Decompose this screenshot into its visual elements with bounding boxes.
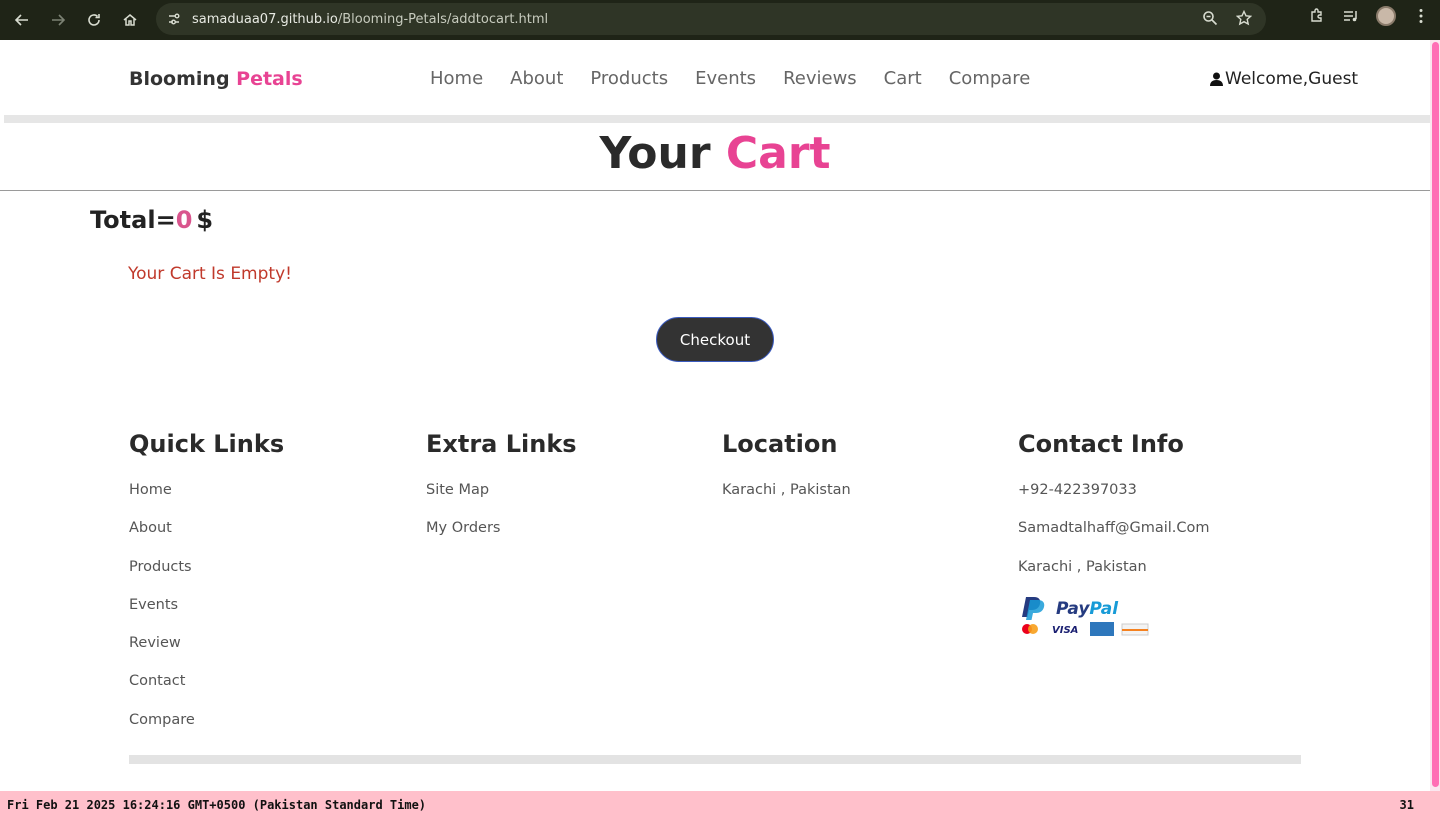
extra-links-heading: Extra Links [426, 430, 577, 458]
title-main: Your [599, 128, 726, 179]
quick-links-heading: Quick Links [129, 430, 285, 458]
total-currency: $ [196, 206, 214, 234]
footer-extra-links: Extra Links Site Map My Orders [426, 430, 577, 557]
main-nav: Home About Products Events Reviews Cart … [430, 68, 1030, 89]
title-accent: Cart [725, 128, 831, 179]
header-divider [4, 115, 1430, 123]
location-heading: Location [722, 430, 838, 458]
nav-home[interactable]: Home [430, 68, 483, 89]
site-logo[interactable]: Blooming Petals [129, 68, 303, 90]
arrow-right-icon [52, 14, 66, 26]
nav-compare[interactable]: Compare [949, 68, 1031, 89]
page-scrollbar[interactable] [1430, 40, 1440, 791]
footer-contact-info: Contact Info +92-422397033 Samadtalhaff@… [1018, 430, 1210, 643]
svg-text:VISA: VISA [1052, 625, 1078, 636]
nav-products[interactable]: Products [590, 68, 668, 89]
paypal-wordmark: PayPal [1056, 599, 1119, 619]
logo-text: Blooming [129, 68, 237, 90]
total-value: 0 [175, 206, 193, 234]
footer-phone[interactable]: +92-422397033 [1018, 480, 1210, 518]
address-bar[interactable]: samaduaa07.github.io/Blooming-Petals/add… [156, 3, 1266, 35]
browser-toolbar: samaduaa07.github.io/Blooming-Petals/add… [0, 0, 1440, 40]
footer-link-review[interactable]: Review [129, 633, 284, 671]
site-settings-icon[interactable] [166, 11, 182, 27]
paypal-logo: PayPal VISA [1022, 596, 1149, 636]
footer-location-text[interactable]: Karachi , Pakistan [722, 480, 851, 518]
site-header: Blooming Petals Home About Products Even… [0, 40, 1430, 116]
footer-link-home[interactable]: Home [129, 480, 284, 518]
contact-info-heading: Contact Info [1018, 430, 1184, 458]
extensions-icon[interactable] [1308, 7, 1326, 25]
welcome-text: Welcome,Guest [1225, 69, 1359, 89]
footer-divider [129, 755, 1301, 764]
scrollbar-thumb[interactable] [1432, 42, 1439, 787]
user-welcome[interactable]: Welcome,Guest [1210, 69, 1358, 89]
profile-avatar[interactable] [1376, 6, 1396, 26]
status-datetime: Fri Feb 21 2025 16:24:16 GMT+0500 (Pakis… [7, 798, 427, 812]
nav-events[interactable]: Events [695, 68, 756, 89]
footer-email[interactable]: Samadtalhaff@Gmail.Com [1018, 518, 1210, 556]
footer-link-products[interactable]: Products [129, 557, 284, 595]
empty-cart-message: Your Cart Is Empty! [128, 264, 292, 284]
forward-button[interactable] [40, 2, 76, 38]
nav-cart[interactable]: Cart [884, 68, 922, 89]
media-controls-icon[interactable] [1342, 7, 1360, 25]
footer-link-my-orders[interactable]: My Orders [426, 518, 577, 556]
back-button[interactable] [4, 2, 40, 38]
bookmark-star-icon[interactable] [1236, 10, 1252, 26]
page-viewport: Blooming Petals Home About Products Even… [0, 40, 1430, 791]
nav-about[interactable]: About [510, 68, 563, 89]
user-icon [1210, 72, 1223, 86]
reload-button[interactable] [76, 2, 112, 38]
cart-total: Total=0 $ [90, 206, 213, 234]
total-label: Total= [90, 206, 176, 234]
home-button[interactable] [112, 2, 148, 38]
arrow-left-icon [14, 14, 28, 26]
footer-link-contact[interactable]: Contact [129, 671, 284, 709]
footer-link-about[interactable]: About [129, 518, 284, 556]
nav-reviews[interactable]: Reviews [783, 68, 857, 89]
menu-kebab-icon[interactable] [1412, 7, 1430, 25]
reload-icon [88, 14, 100, 26]
status-bar: Fri Feb 21 2025 16:24:16 GMT+0500 (Pakis… [0, 791, 1440, 818]
url-text: samaduaa07.github.io/Blooming-Petals/add… [192, 12, 548, 27]
home-icon [123, 14, 137, 26]
status-day: 31 [1399, 798, 1414, 812]
footer-quick-links: Quick Links Home About Products Events R… [129, 430, 284, 748]
zoom-icon[interactable] [1202, 10, 1218, 26]
url-host: samaduaa07.github.io [192, 11, 338, 27]
footer-location: Location Karachi , Pakistan [722, 430, 851, 518]
url-path: /Blooming-Petals/addtocart.html [337, 11, 549, 27]
footer-link-events[interactable]: Events [129, 595, 284, 633]
footer-link-compare[interactable]: Compare [129, 710, 284, 748]
footer-address[interactable]: Karachi , Pakistan [1018, 557, 1210, 595]
logo-accent-text: Petals [236, 68, 303, 90]
footer-link-sitemap[interactable]: Site Map [426, 480, 577, 518]
page-title: Your Cart [0, 128, 1430, 179]
title-divider [0, 190, 1430, 191]
checkout-button[interactable]: Checkout [656, 317, 774, 362]
